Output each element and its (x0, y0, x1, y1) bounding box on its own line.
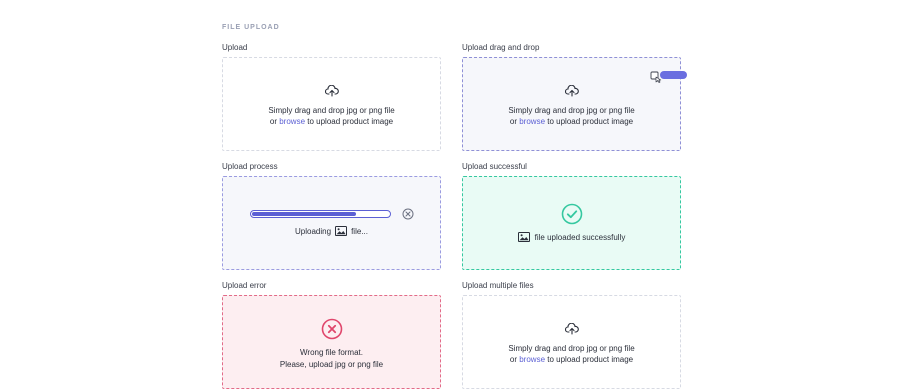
uploading-text: Uploading (295, 226, 332, 236)
error-x-icon (321, 318, 342, 340)
progress-bar (250, 210, 391, 218)
error-message: Wrong file format. Please, upload jpg or… (223, 347, 440, 371)
upload-success-box: file uploaded successfully (462, 176, 681, 270)
drag-drop-label: Upload drag and drop (462, 43, 540, 52)
drag-drop-helper-text: Simply drag and drop jpg or png file or … (463, 105, 680, 127)
image-icon (335, 226, 348, 236)
browse-link[interactable]: browse (519, 117, 545, 126)
section-title: FILE UPLOAD (222, 24, 280, 31)
helper-prefix: or (509, 117, 517, 126)
multiple-label: Upload multiple files (462, 281, 534, 290)
drag-drop-dropzone[interactable]: Simply drag and drop jpg or png file or … (462, 57, 681, 151)
dragged-file-chip[interactable] (660, 71, 687, 79)
browse-link[interactable]: browse (519, 355, 545, 364)
uploading-file-text: file... (351, 226, 368, 236)
image-icon (517, 232, 530, 242)
helper-suffix: to upload product image (547, 355, 634, 364)
cloud-upload-icon (324, 85, 339, 97)
cloud-upload-icon (564, 323, 579, 335)
helper-line-2: or browse to upload product image (223, 116, 440, 127)
error-line-1: Wrong file format. (300, 348, 363, 357)
upload-error-box: Wrong file format. Please, upload jpg or… (222, 295, 441, 389)
upload-helper-text: Simply drag and drop jpg or png file or … (223, 105, 440, 127)
upload-process-box: Uploading file... (222, 176, 441, 270)
upload-multiple-dropzone[interactable]: Simply drag and drop jpg or png file or … (462, 295, 681, 389)
error-line-2: Please, upload jpg or png file (279, 360, 384, 369)
upload-label: Upload (222, 43, 248, 52)
hand-cursor-icon (650, 71, 662, 83)
helper-line-2: or browse to upload product image (463, 116, 680, 127)
cancel-upload-icon[interactable] (402, 208, 414, 220)
success-message: file uploaded successfully (534, 232, 626, 242)
helper-prefix: or (509, 355, 517, 364)
helper-suffix: to upload product image (307, 117, 394, 126)
cloud-upload-icon (564, 85, 579, 97)
helper-line-1: Simply drag and drop jpg or png file (508, 344, 635, 353)
helper-line-1: Simply drag and drop jpg or png file (268, 106, 395, 115)
error-label: Upload error (222, 281, 267, 290)
helper-prefix: or (269, 117, 277, 126)
upload-dropzone[interactable]: Simply drag and drop jpg or png file or … (222, 57, 441, 151)
helper-line-1: Simply drag and drop jpg or png file (508, 106, 635, 115)
success-check-icon (561, 203, 582, 225)
process-label: Upload process (222, 162, 278, 171)
success-status: file uploaded successfully (463, 232, 680, 242)
success-label: Upload successful (462, 162, 527, 171)
multiple-helper-text: Simply drag and drop jpg or png file or … (463, 343, 680, 365)
helper-suffix: to upload product image (547, 117, 634, 126)
helper-line-2: or browse to upload product image (463, 354, 680, 365)
browse-link[interactable]: browse (279, 117, 305, 126)
uploading-status: Uploading file... (223, 226, 440, 236)
progress-fill (252, 212, 356, 216)
